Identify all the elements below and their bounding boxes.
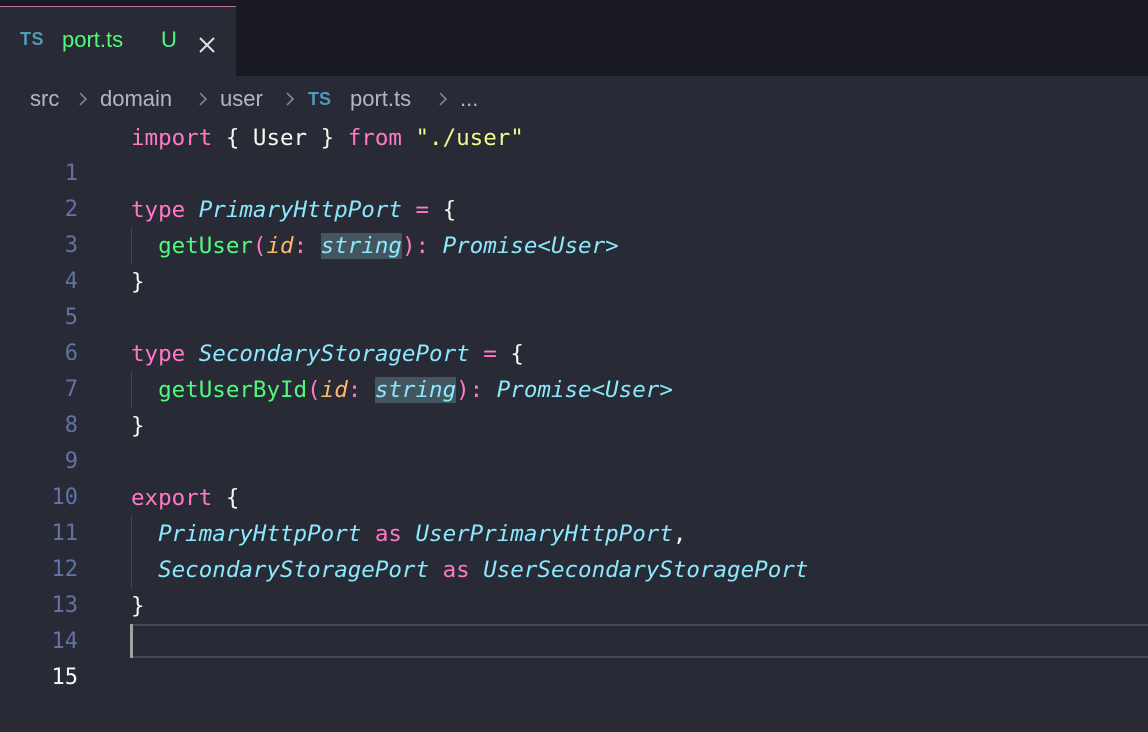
type-name: Promise [442, 233, 538, 259]
type-generic: <User> [537, 233, 619, 259]
chevron-right-icon [196, 92, 210, 106]
breadcrumb-item-file[interactable]: port.ts [350, 86, 411, 112]
type-alias: UserSecondaryStoragePort [483, 557, 809, 583]
line-number-active: 15 [51, 665, 79, 690]
punctuation: ( [307, 377, 321, 403]
keyword: as [374, 521, 402, 547]
code-line: 12 PrimaryHttpPort as UserPrimaryHttpPor… [0, 516, 1148, 582]
type-name: Promise [496, 377, 592, 403]
chevron-right-icon [436, 92, 450, 106]
operator: = [483, 341, 497, 367]
punctuation: : [347, 377, 375, 403]
code-editor[interactable]: 1 import { User } from "./user" 2 3 type… [0, 120, 1148, 690]
punctuation: } [131, 413, 145, 439]
code-line: 3 type PrimaryHttpPort = { [0, 192, 1148, 258]
punctuation: : [293, 233, 321, 259]
identifier: User [252, 125, 308, 151]
code-line: 14 } [0, 588, 1148, 654]
punctuation: ( [252, 233, 267, 259]
breadcrumb-more[interactable]: ... [460, 86, 478, 112]
code-line: 4 getUser(id: string): Promise<User> [0, 228, 1148, 294]
code-line: 2 [0, 156, 1148, 222]
keyword: from [347, 125, 402, 151]
operator: = [415, 197, 430, 223]
typescript-icon: TS [20, 29, 45, 49]
code-line: 6 [0, 300, 1148, 366]
chevron-right-icon [76, 92, 90, 106]
function-name: getUserById [158, 377, 308, 403]
code-line: 11 export { [0, 480, 1148, 546]
keyword: type [131, 197, 186, 223]
type-name: PrimaryHttpPort [158, 521, 362, 547]
code-line: 10 [0, 444, 1148, 510]
keyword: import [131, 125, 213, 151]
string-literal: "./user" [415, 125, 524, 151]
breadcrumb: src domain user TS port.ts ... [0, 76, 1148, 122]
tab-bar: TS port.ts U [0, 0, 1148, 76]
punctuation: } [307, 125, 348, 151]
punctuation: ): [456, 377, 497, 403]
punctuation: } [131, 269, 145, 295]
type-alias: UserPrimaryHttpPort [415, 521, 673, 547]
close-icon[interactable] [197, 35, 217, 55]
keyword: as [442, 557, 470, 583]
parameter: id [320, 377, 348, 403]
code-line: 13 SecondaryStoragePort as UserSecondary… [0, 552, 1148, 618]
parameter: id [266, 233, 294, 259]
code-line: 7 type SecondaryStoragePort = { [0, 336, 1148, 402]
type-name-highlighted: string [320, 233, 402, 259]
breadcrumb-item-domain[interactable]: domain [100, 86, 172, 112]
type-name: PrimaryHttpPort [198, 197, 402, 223]
tab-file-name: port.ts [62, 27, 124, 52]
type-name: SecondaryStoragePort [158, 557, 430, 583]
type-name-highlighted: string [374, 377, 457, 403]
breadcrumb-item-user[interactable]: user [220, 86, 263, 112]
chevron-right-icon [283, 92, 297, 106]
punctuation: { [510, 341, 524, 367]
type-name: SecondaryStoragePort [198, 341, 470, 367]
typescript-icon: TS [308, 89, 332, 109]
punctuation: } [131, 593, 145, 619]
punctuation: { [225, 485, 240, 511]
keyword: type [131, 341, 186, 367]
keyword: export [131, 485, 213, 511]
tab-port-ts[interactable]: TS port.ts U [0, 6, 236, 76]
punctuation: { [442, 197, 457, 223]
breadcrumb-item-src[interactable]: src [30, 86, 59, 112]
code-line: 1 import { User } from "./user" [0, 120, 1148, 186]
code-line-active: 15 [0, 624, 1148, 690]
function-name: getUser [158, 233, 253, 259]
type-generic: <User> [591, 377, 673, 403]
punctuation: { [212, 125, 253, 151]
git-status-badge: U [161, 27, 177, 52]
punctuation: ): [401, 233, 443, 259]
punctuation: , [672, 521, 687, 547]
code-line: 9 } [0, 408, 1148, 474]
code-line: 5 } [0, 264, 1148, 330]
code-line: 8 getUserById(id: string): Promise<User> [0, 372, 1148, 438]
